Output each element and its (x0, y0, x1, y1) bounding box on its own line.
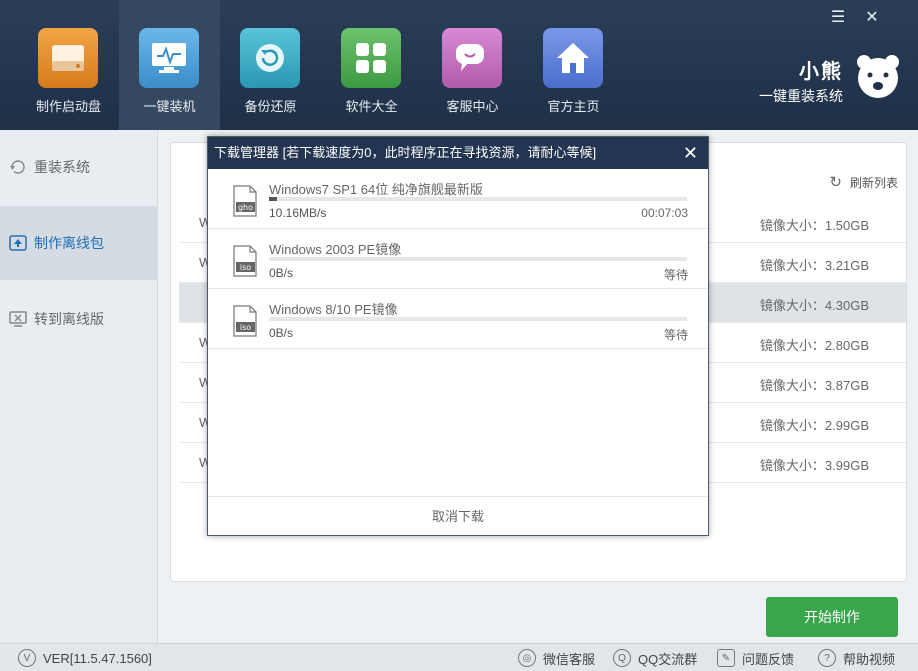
download-item: gho Windows7 SP1 64位 纯净旗舰最新版 10.16MB/s 0… (208, 169, 708, 229)
version-info: V VER[11.5.47.1560] (18, 648, 152, 668)
top-header: 制作启动盘 一键装机 备份还原 软件大全 客服中心 官方主页 ☰ ✕ 小熊 一键… (0, 0, 918, 130)
qq-icon: Q (613, 649, 631, 667)
home-icon (543, 28, 603, 88)
iso-file-icon: iso (232, 245, 258, 277)
row-size: 镜像大小：2.99GB (759, 418, 869, 433)
row-size: 镜像大小：1.50GB (759, 218, 869, 233)
refresh-label: 刷新列表 (849, 175, 898, 190)
upload-icon (8, 233, 28, 253)
nav-label: 客服中心 (446, 99, 499, 114)
nav-label: 软件大全 (345, 99, 398, 114)
row-size: 镜像大小：2.80GB (759, 338, 869, 353)
start-making-button[interactable]: 开始制作 (766, 597, 898, 637)
qq-label: QQ交流群 (638, 651, 698, 667)
download-status: 00:07:03 (641, 206, 688, 220)
feedback-link[interactable]: ✎ 问题反馈 (717, 648, 794, 668)
nav-one-click-install[interactable]: 一键装机 (119, 0, 220, 130)
dialog-close-icon[interactable]: ✕ (683, 137, 698, 169)
iso-file-icon: iso (232, 305, 258, 337)
row-size: 镜像大小：3.21GB (759, 258, 869, 273)
wechat-icon: ◎ (518, 649, 536, 667)
row-size: 镜像大小：3.99GB (759, 458, 869, 473)
file-type-label: gho (238, 203, 253, 212)
brand-tagline: 一键重装系统 (759, 88, 843, 104)
qq-group-link[interactable]: Q QQ交流群 (613, 648, 697, 668)
bear-logo-icon (852, 50, 904, 102)
download-item: iso Windows 2003 PE镜像 0B/s 等待 (208, 229, 708, 289)
help-icon: ? (818, 649, 836, 667)
download-manager-dialog: 下载管理器 [若下载速度为0，此时程序正在寻找资源，请耐心等候] ✕ gho W… (207, 136, 709, 536)
chat-icon (442, 28, 502, 88)
gho-file-icon: gho (232, 185, 258, 217)
wechat-service-link[interactable]: ◎ 微信客服 (518, 648, 595, 668)
version-label: VER[11.5.47.1560] (43, 650, 152, 666)
refresh-icon: ↻ (829, 174, 842, 191)
download-status: 等待 (663, 268, 688, 282)
feedback-label: 问题反馈 (742, 651, 795, 667)
sidebar: 重装系统 制作离线包 转到离线版 (0, 130, 158, 643)
download-progress-fill (269, 197, 278, 201)
sidebar-item-reinstall[interactable]: 重装系统 (0, 130, 158, 204)
sidebar-item-label: 制作离线包 (34, 235, 104, 251)
help-label: 帮助视频 (843, 651, 896, 667)
dialog-title-bar: 下载管理器 [若下载速度为0，此时程序正在寻找资源，请耐心等候] ✕ (208, 137, 708, 169)
brand-name: 小熊 (799, 61, 843, 83)
file-type-label: iso (240, 323, 251, 332)
monitor-icon (139, 28, 199, 88)
file-type-label: iso (240, 263, 251, 272)
download-progress-bar (269, 197, 687, 201)
download-item: iso Windows 8/10 PE镜像 0B/s 等待 (208, 289, 708, 349)
feedback-icon: ✎ (717, 649, 735, 667)
restore-icon (240, 28, 300, 88)
apps-icon (341, 28, 401, 88)
nav-official-site[interactable]: 官方主页 (523, 0, 624, 130)
nav-software[interactable]: 软件大全 (321, 0, 422, 130)
cancel-download-button[interactable]: 取消下载 (208, 496, 708, 536)
dialog-title: 下载管理器 [若下载速度为0，此时程序正在寻找资源，请耐心等候] (214, 145, 597, 160)
nav-label: 备份还原 (244, 99, 297, 114)
sidebar-item-label: 转到离线版 (34, 311, 104, 327)
download-name: Windows 2003 PE镜像 (269, 242, 402, 257)
download-status: 等待 (663, 328, 688, 342)
row-size: 镜像大小：4.30GB (759, 298, 869, 313)
refresh-list-button[interactable]: ↻ 刷新列表 (829, 173, 898, 191)
row-size: 镜像大小：3.87GB (759, 378, 869, 393)
nav-label: 一键装机 (143, 99, 196, 114)
download-speed: 10.16MB/s (269, 206, 327, 220)
nav-make-boot-disk[interactable]: 制作启动盘 (18, 0, 119, 130)
sidebar-item-label: 重装系统 (34, 159, 90, 175)
sidebar-item-make-offline-package[interactable]: 制作离线包 (0, 206, 158, 280)
help-video-link[interactable]: ? 帮助视频 (818, 648, 895, 668)
status-bar: V VER[11.5.47.1560] ◎ 微信客服 Q QQ交流群 ✎ 问题反… (0, 643, 918, 671)
nav-customer-service[interactable]: 客服中心 (422, 0, 523, 130)
download-progress-bar (269, 257, 687, 261)
offline-icon (8, 309, 28, 329)
hamburger-menu-icon[interactable]: ☰ (828, 8, 848, 28)
nav-label: 官方主页 (547, 99, 600, 114)
reinstall-icon (8, 157, 28, 177)
nav-backup-restore[interactable]: 备份还原 (220, 0, 321, 130)
brand: 小熊 一键重装系统 (759, 55, 843, 106)
version-icon: V (18, 649, 36, 667)
wechat-label: 微信客服 (543, 651, 596, 667)
download-name: Windows7 SP1 64位 纯净旗舰最新版 (269, 182, 483, 197)
download-progress-bar (269, 317, 687, 321)
download-speed: 0B/s (269, 326, 294, 340)
download-name: Windows 8/10 PE镜像 (269, 302, 398, 317)
nav-label: 制作启动盘 (35, 99, 101, 114)
drive-icon (38, 28, 98, 88)
sidebar-item-go-offline[interactable]: 转到离线版 (0, 282, 158, 356)
download-speed: 0B/s (269, 266, 294, 280)
close-icon[interactable]: ✕ (862, 8, 882, 28)
